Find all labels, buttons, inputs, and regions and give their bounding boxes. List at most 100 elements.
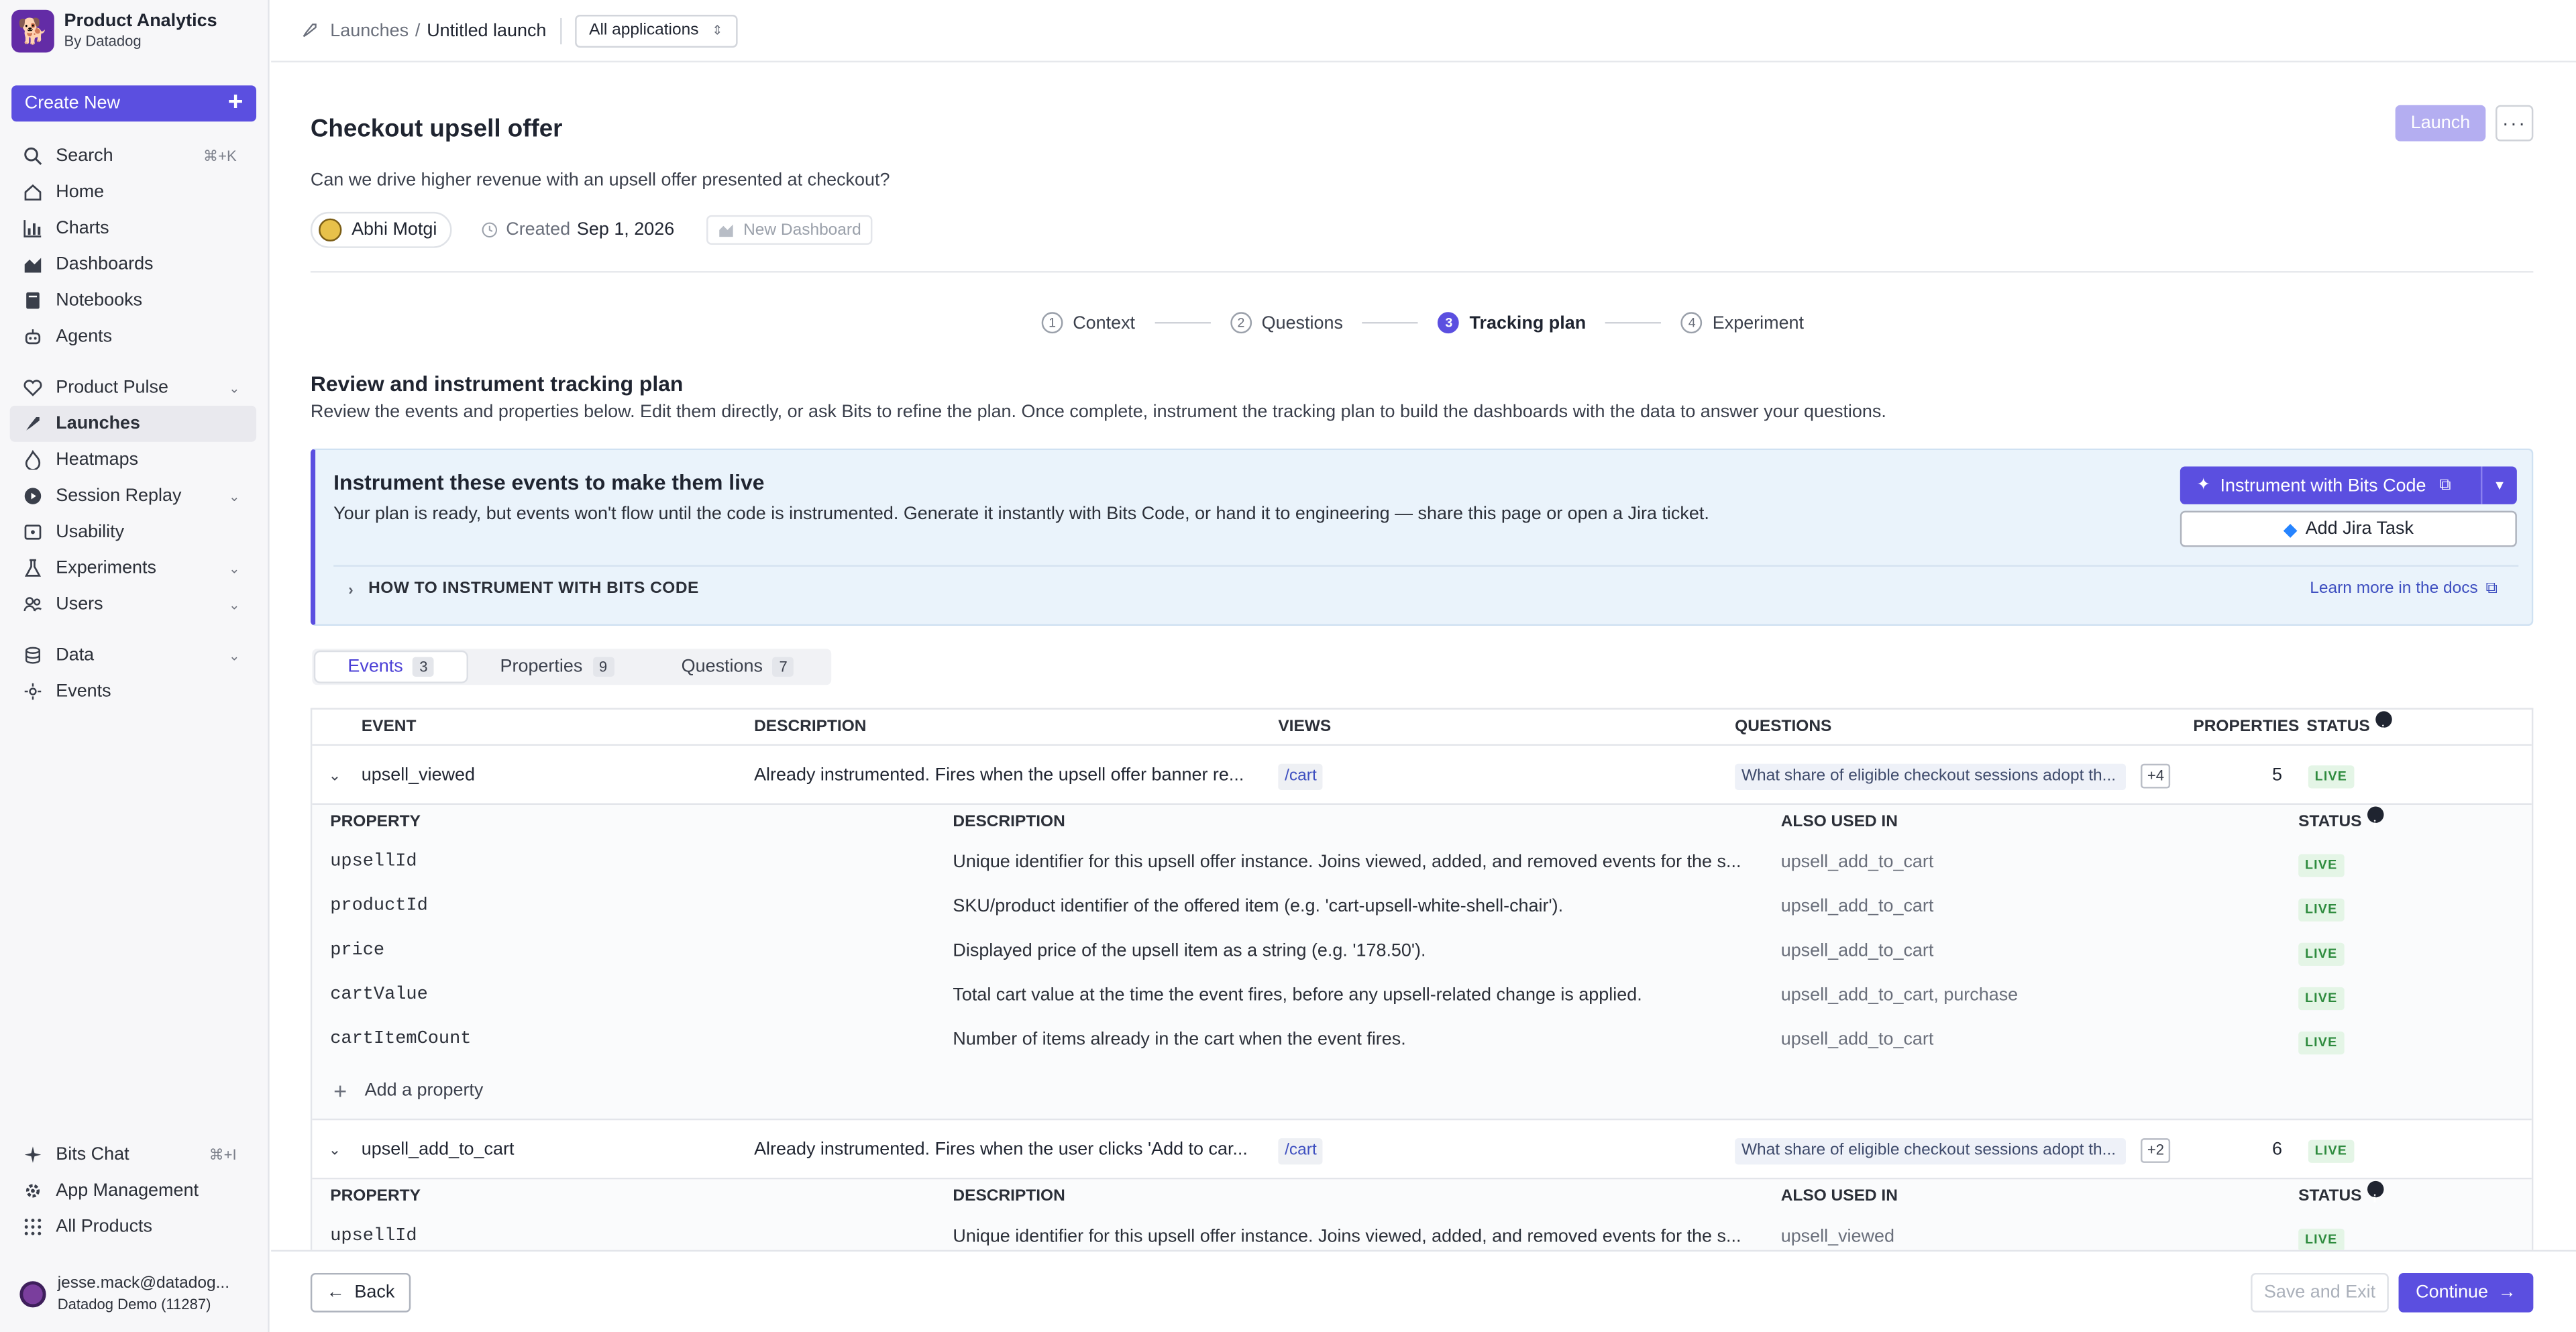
- step-context[interactable]: 1 Context: [1041, 312, 1135, 334]
- learn-more-docs-link[interactable]: Learn more in the docs ⧉: [2310, 579, 2498, 598]
- sidebar-item-label: Users: [56, 594, 103, 614]
- properties-header: PROPERTY DESCRIPTION ALSO USED IN STATUS…: [312, 1179, 2532, 1215]
- question-pill[interactable]: What share of eligible checkout sessions…: [1735, 1138, 2127, 1165]
- continue-button[interactable]: Continue →: [2398, 1272, 2534, 1313]
- tab-label: Events: [347, 657, 403, 677]
- add-property-button[interactable]: + Add a property: [312, 1063, 2532, 1119]
- sidebar-item-data[interactable]: Data ⌄: [10, 637, 256, 673]
- sidebar-item-session-replay[interactable]: Session Replay ⌄: [10, 478, 256, 514]
- user-menu[interactable]: jesse.mack@datadog... Datadog Demo (1128…: [19, 1274, 229, 1314]
- sidebar-item-usability[interactable]: Usability: [10, 514, 256, 551]
- column-header-description: DESCRIPTION: [754, 718, 867, 736]
- jira-icon: ◆: [2283, 520, 2298, 540]
- sidebar-item-experiments[interactable]: Experiments ⌄: [10, 550, 256, 586]
- table-row[interactable]: upsellId Unique identifier for this upse…: [312, 1215, 2532, 1250]
- gear-icon: [23, 1181, 42, 1201]
- event-description: Already instrumented. Fires when the ups…: [754, 765, 1244, 785]
- create-new-button[interactable]: Create New +: [11, 85, 257, 122]
- usability-icon: [23, 522, 42, 542]
- home-icon: [23, 182, 42, 202]
- info-icon[interactable]: i: [2366, 1180, 2383, 1206]
- table-row[interactable]: ⌄ upsell_viewed Already instrumented. Fi…: [312, 746, 2532, 806]
- users-icon: [23, 595, 42, 614]
- clock-icon: [482, 222, 498, 238]
- owner-name: Abhi Motgi: [352, 220, 437, 240]
- sidebar-item-product-pulse[interactable]: Product Pulse ⌄: [10, 370, 256, 406]
- step-label: Experiment: [1712, 313, 1805, 333]
- property-name: cartItemCount: [330, 1030, 472, 1050]
- brand[interactable]: 🐕 Product Analytics By Datadog: [11, 9, 217, 53]
- sidebar-item-agents[interactable]: Agents: [10, 319, 256, 355]
- sidebar-item-label: Launches: [56, 414, 141, 434]
- avatar: [319, 218, 342, 242]
- launch-button[interactable]: Launch: [2395, 105, 2486, 142]
- table-row[interactable]: productId SKU/product identifier of the …: [312, 885, 2532, 930]
- step-questions[interactable]: 2 Questions: [1230, 312, 1343, 334]
- instrument-with-bits-button[interactable]: ✦ Instrument with Bits Code ⧉ ▼: [2180, 466, 2517, 504]
- launch-meta: Abhi Motgi Created Sep 1, 2026 New Dashb…: [310, 211, 873, 248]
- sidebar-item-app-management[interactable]: App Management: [10, 1173, 256, 1209]
- step-tracking-plan[interactable]: 3 Tracking plan: [1438, 312, 1587, 334]
- brand-subtitle: By Datadog: [64, 32, 142, 50]
- application-select[interactable]: All applications ⇕: [574, 13, 738, 47]
- step-number: 3: [1438, 312, 1460, 334]
- sidebar-item-notebooks[interactable]: Notebooks: [10, 282, 256, 319]
- sidebar-item-events[interactable]: Events: [10, 673, 256, 710]
- step-number: 4: [1681, 312, 1703, 334]
- play-circle-icon: [23, 486, 42, 506]
- table-row[interactable]: cartItemCount Number of items already in…: [312, 1018, 2532, 1062]
- chevron-down-icon[interactable]: ▼: [2480, 466, 2517, 504]
- new-dashboard-button[interactable]: New Dashboard: [707, 215, 873, 245]
- sidebar-item-dashboards[interactable]: Dashboards: [10, 246, 256, 282]
- table-row[interactable]: upsellId Unique identifier for this upse…: [312, 841, 2532, 885]
- property-description: Unique identifier for this upsell offer …: [953, 1227, 1741, 1247]
- more-questions-badge[interactable]: +2: [2141, 1138, 2171, 1163]
- rocket-icon: [301, 21, 319, 40]
- sidebar-item-home[interactable]: Home: [10, 174, 256, 211]
- sidebar-item-bits-chat[interactable]: Bits Chat ⌘+I: [10, 1137, 256, 1173]
- table-row[interactable]: ⌄ upsell_add_to_cart Already instrumente…: [312, 1120, 2532, 1180]
- table-row[interactable]: price Displayed price of the upsell item…: [312, 930, 2532, 974]
- robot-icon: [23, 327, 42, 346]
- breadcrumb-launches[interactable]: Launches: [330, 21, 409, 40]
- owner-chip[interactable]: Abhi Motgi: [310, 211, 452, 248]
- more-questions-badge[interactable]: +4: [2141, 763, 2171, 789]
- breadcrumb-current: Untitled launch: [427, 20, 547, 41]
- tab-events[interactable]: Events 3: [315, 652, 467, 682]
- chevron-down-icon[interactable]: ⌄: [329, 746, 341, 805]
- column-header-views: VIEWS: [1278, 718, 1332, 736]
- more-options-button[interactable]: ···: [2496, 105, 2534, 142]
- question-pill[interactable]: What share of eligible checkout sessions…: [1735, 763, 2127, 790]
- view-pill[interactable]: /cart: [1278, 1138, 1324, 1165]
- how-to-instrument-toggle[interactable]: › HOW TO INSTRUMENT WITH BITS CODE: [348, 579, 699, 598]
- add-jira-task-button[interactable]: ◆ Add Jira Task: [2180, 510, 2517, 547]
- sidebar-item-heatmaps[interactable]: Heatmaps: [10, 442, 256, 478]
- property-name: productId: [330, 897, 428, 917]
- sidebar-item-label: Experiments: [56, 558, 156, 579]
- column-header-event[interactable]: EVENT: [362, 710, 417, 746]
- chevron-down-icon[interactable]: ⌄: [329, 1120, 341, 1179]
- step-label: Tracking plan: [1469, 313, 1587, 333]
- property-also-used-in: upsell_add_to_cart: [1780, 1030, 1934, 1050]
- sidebar-item-users[interactable]: Users ⌄: [10, 586, 256, 622]
- sidebar-item-launches[interactable]: Launches: [9, 405, 257, 442]
- sidebar-item-all-products[interactable]: All Products: [10, 1209, 256, 1245]
- info-icon[interactable]: i: [2366, 806, 2383, 831]
- sidebar-item-search[interactable]: Search ⌘+K: [10, 138, 256, 174]
- property-description: SKU/product identifier of the offered it…: [953, 897, 1564, 917]
- info-icon[interactable]: i: [2375, 711, 2392, 736]
- external-link-icon: ⧉: [2439, 476, 2451, 495]
- step-experiment[interactable]: 4 Experiment: [1681, 312, 1805, 334]
- grid-icon: [23, 1217, 42, 1237]
- save-and-exit-button[interactable]: Save and Exit: [2251, 1272, 2389, 1313]
- back-button[interactable]: ← Back: [310, 1272, 411, 1313]
- tab-questions[interactable]: Questions 7: [647, 652, 828, 681]
- step-number: 2: [1230, 312, 1252, 334]
- view-pill[interactable]: /cart: [1278, 763, 1324, 790]
- top-bar: Launches / Untitled launch All applicati…: [271, 0, 2576, 63]
- dashboard-icon: [718, 222, 735, 238]
- table-row[interactable]: cartValue Total cart value at the time t…: [312, 974, 2532, 1018]
- sidebar-item-label: Agents: [56, 327, 113, 347]
- sidebar-item-charts[interactable]: Charts: [10, 210, 256, 246]
- tab-properties[interactable]: Properties 9: [467, 652, 647, 681]
